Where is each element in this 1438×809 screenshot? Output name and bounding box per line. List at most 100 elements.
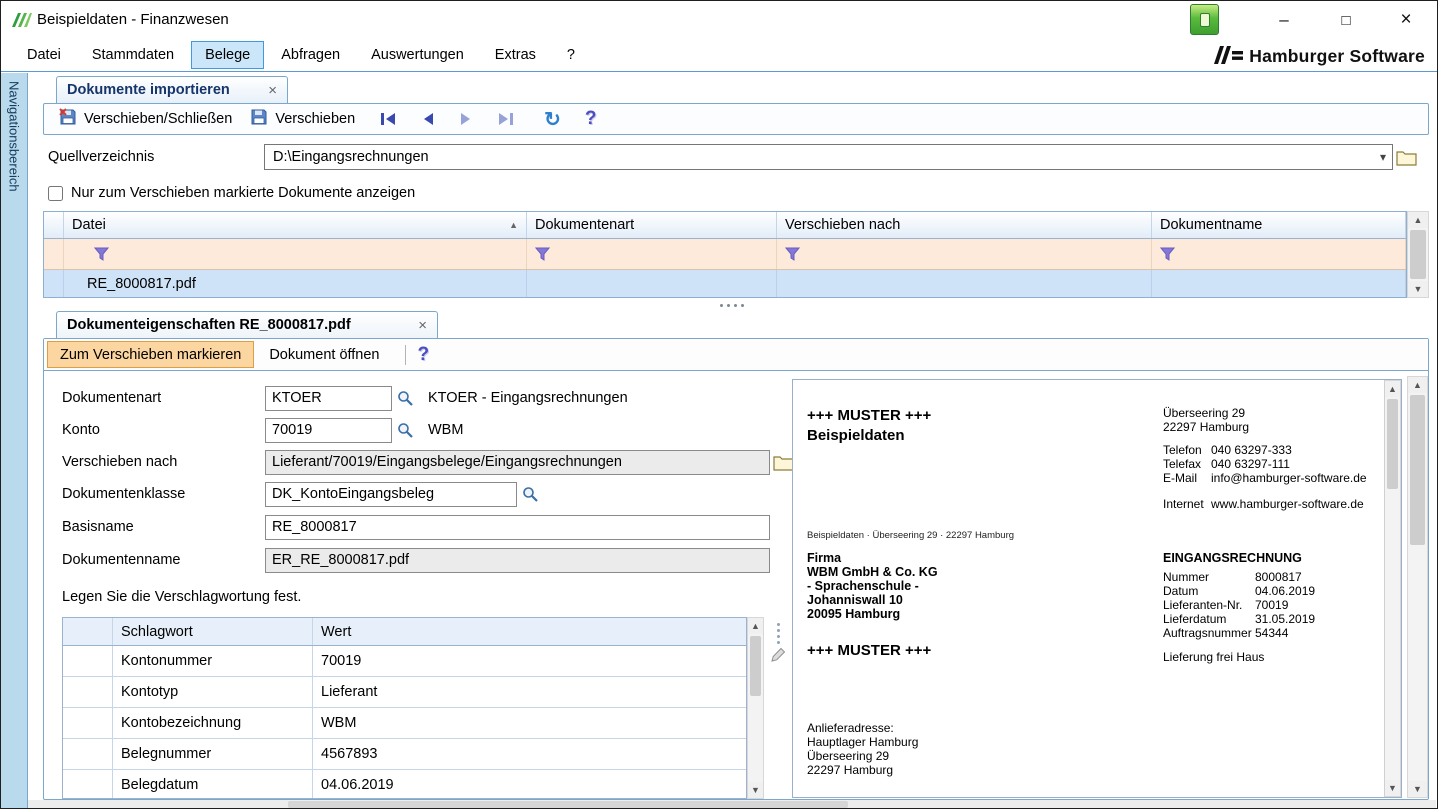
scroll-up-icon[interactable]: ▲	[1408, 212, 1428, 228]
maximize-button[interactable]: □	[1317, 1, 1375, 39]
sort-ascending-icon: ▲	[509, 220, 518, 230]
source-directory-input[interactable]	[265, 149, 1374, 165]
menu-item-abfragen[interactable]: Abfragen	[267, 41, 354, 69]
last-record-button[interactable]	[497, 112, 514, 126]
scrollbar-thumb[interactable]	[288, 801, 848, 808]
minimize-button[interactable]: –	[1255, 1, 1313, 39]
help-icon[interactable]: ?	[585, 108, 597, 130]
filter-cell-verschieben-nach[interactable]	[777, 239, 1152, 269]
scroll-up-icon[interactable]: ▲	[1408, 377, 1427, 393]
preview-muster-mid: +++ MUSTER +++	[807, 642, 932, 659]
scrollbar-track	[1408, 228, 1428, 281]
scroll-up-icon[interactable]: ▲	[748, 618, 763, 634]
field-row-dokumentenart: Dokumentenart KTOER - Eingangsrechnungen	[62, 385, 628, 411]
move-button[interactable]: Verschieben	[241, 104, 364, 134]
scroll-down-icon[interactable]: ▼	[1385, 780, 1400, 796]
previous-record-button[interactable]	[421, 112, 435, 126]
menu-item-auswertungen[interactable]: Auswertungen	[357, 41, 478, 69]
scroll-down-icon[interactable]: ▼	[1408, 281, 1428, 297]
table-row[interactable]: RE_8000817.pdf	[44, 270, 1406, 297]
scrollbar-thumb[interactable]	[1410, 395, 1425, 545]
basisname-label: Basisname	[62, 519, 134, 535]
license-status-button[interactable]	[1190, 4, 1219, 35]
tab-close-icon[interactable]: ×	[258, 82, 277, 99]
list-item[interactable]: Kontonummer 70019	[63, 646, 746, 677]
documents-table-scrollbar[interactable]: ▲ ▼	[1407, 211, 1429, 298]
close-button[interactable]: ×	[1377, 1, 1435, 39]
scrollbar-thumb[interactable]	[1387, 399, 1398, 489]
list-item[interactable]: Belegdatum 04.06.2019	[63, 770, 746, 798]
list-item[interactable]: Belegnummer 4567893	[63, 739, 746, 770]
refresh-icon[interactable]: ↻	[544, 107, 561, 132]
dokumentenklasse-label: Dokumentenklasse	[62, 486, 186, 502]
preview-scrollbar[interactable]: ▲ ▼	[1384, 380, 1401, 797]
next-record-button[interactable]	[459, 112, 473, 126]
scroll-down-icon[interactable]: ▼	[748, 782, 763, 798]
scrollbar-thumb[interactable]	[1410, 230, 1426, 279]
tab-dokumenteigenschaften[interactable]: Dokumenteigenschaften RE_8000817.pdf ×	[56, 311, 438, 338]
konto-lookup-button[interactable]	[392, 418, 418, 442]
menubar: Datei Stammdaten Belege Abfragen Auswert…	[1, 39, 1437, 72]
recipient-line: Firma	[807, 551, 842, 565]
mark-for-move-button[interactable]: Zum Verschieben markieren	[47, 341, 255, 368]
column-header-dokumentenart[interactable]: Dokumentenart	[527, 212, 777, 238]
menu-item-help[interactable]: ?	[553, 41, 589, 69]
kw-marker-cell	[63, 618, 113, 645]
menu-item-stammdaten[interactable]: Stammdaten	[78, 41, 188, 69]
record-navigation	[380, 112, 514, 126]
marked-only-label: Nur zum Verschieben markierte Dokumente …	[71, 185, 416, 201]
filter-cell-dokumentenart[interactable]	[527, 239, 777, 269]
first-record-button[interactable]	[380, 112, 397, 126]
source-directory-combobox[interactable]: ▾	[264, 144, 1393, 170]
panel-scrollbar[interactable]: ▲ ▼	[1407, 376, 1428, 798]
preview-contact-block: Telefon 040 63297-333 Telefax 040 63297-11…	[1163, 443, 1367, 485]
filter-cell-dokumentname[interactable]	[1152, 239, 1406, 269]
marked-only-checkbox[interactable]	[48, 185, 63, 201]
field-row-dokumentenklasse: Dokumentenklasse	[62, 481, 543, 507]
navigation-panel-collapsed[interactable]: Navigationsbereich	[1, 73, 28, 808]
delivery-line: 22297 Hamburg	[807, 763, 894, 777]
konto-input[interactable]	[265, 417, 392, 443]
tab-close-icon[interactable]: ×	[408, 317, 427, 334]
kw-column-schlagwort[interactable]: Schlagwort	[113, 618, 313, 645]
scroll-down-icon[interactable]: ▼	[1408, 781, 1427, 797]
menu-item-datei[interactable]: Datei	[13, 41, 75, 69]
tab-dokumente-importieren[interactable]: Dokumente importieren ×	[56, 76, 288, 103]
column-header-verschieben-nach[interactable]: Verschieben nach	[777, 212, 1152, 238]
scroll-up-icon[interactable]: ▲	[1385, 381, 1400, 397]
browse-folder-button[interactable]	[1393, 145, 1419, 169]
column-label: Verschieben nach	[785, 217, 901, 233]
menu-item-belege[interactable]: Belege	[191, 41, 265, 69]
list-item[interactable]: Kontobezeichnung WBM	[63, 708, 746, 739]
column-label: Datei	[72, 217, 106, 233]
move-close-button[interactable]: Verschieben/Schließen	[50, 104, 241, 134]
dokumentenklasse-lookup-button[interactable]	[517, 482, 543, 506]
dropdown-arrow-icon[interactable]: ▾	[1374, 150, 1392, 164]
dokumentenklasse-input[interactable]	[265, 481, 517, 507]
dokumentenart-input[interactable]	[265, 385, 392, 411]
recipient-line: - Sprachenschule -	[807, 579, 919, 593]
scrollbar-thumb[interactable]	[750, 636, 761, 696]
column-header-datei[interactable]: Datei ▲	[64, 212, 527, 238]
edit-keywords-button[interactable]	[770, 647, 786, 666]
menu-item-extras[interactable]: Extras	[481, 41, 550, 69]
filter-cell-datei[interactable]	[64, 239, 527, 269]
vertical-splitter-handle[interactable]	[775, 621, 782, 646]
dokumentenart-lookup-button[interactable]	[392, 386, 418, 410]
column-header-dokumentname[interactable]: Dokumentname	[1152, 212, 1406, 238]
save-icon	[250, 108, 268, 130]
preview-muster-header: +++ MUSTER +++ Beispieldaten	[807, 406, 931, 446]
help-icon[interactable]: ?	[418, 344, 430, 366]
basisname-input[interactable]	[265, 514, 770, 540]
list-item[interactable]: Kontotyp Lieferant	[63, 677, 746, 708]
document-preview[interactable]: +++ MUSTER +++ Beispieldaten Überseering…	[792, 379, 1402, 798]
keywords-scrollbar[interactable]: ▲ ▼	[747, 617, 764, 799]
dokumentenname-label: Dokumentenname	[62, 552, 181, 568]
delivery-line: Überseering 29	[807, 749, 890, 763]
horizontal-splitter[interactable]	[28, 301, 1436, 309]
open-document-button[interactable]: Dokument öffnen	[254, 341, 394, 368]
kw-column-wert[interactable]: Wert	[313, 618, 746, 645]
scrollbar-track	[1408, 393, 1427, 781]
recipient-line: 20095 Hamburg	[807, 607, 901, 621]
horizontal-scrollbar[interactable]	[28, 800, 1436, 808]
